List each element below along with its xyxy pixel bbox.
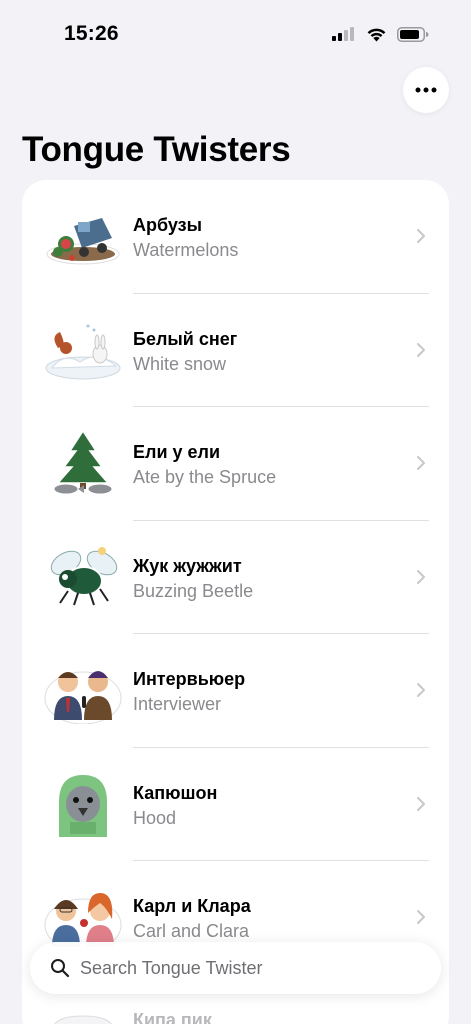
- list-item-title: Интервьюер: [133, 669, 246, 689]
- chevron-right-icon: [417, 683, 425, 697]
- list-item-text: Арбузы Watermelons: [133, 214, 238, 263]
- wifi-icon: [367, 28, 386, 42]
- chevron-right-icon: [417, 796, 425, 811]
- status-bar: 15:26: [0, 0, 471, 70]
- page-title: Tongue Twisters: [22, 130, 291, 169]
- list-item-subtitle: Buzzing Beetle: [133, 580, 254, 601]
- list-item-title: Белый снег: [133, 328, 238, 349]
- tongue-twister-list: Арбузы Watermelons Белый снег White snow: [22, 180, 449, 1024]
- list-item-text: Белый снег White snow: [133, 328, 237, 377]
- list-item-title: Арбузы: [133, 215, 202, 235]
- list-item-buzzing-beetle[interactable]: Жук жужжит Buzzing Beetle: [22, 521, 449, 634]
- list-item-text: Капюшон Hood: [133, 782, 217, 831]
- list-item-title: Ели у ели: [133, 442, 221, 462]
- list-item-title: Карл и Клара: [133, 896, 251, 916]
- beetle-illustration: [50, 546, 118, 605]
- more-options-button[interactable]: [403, 67, 449, 113]
- list-item-text: Ели у ели Ate by the Spruce: [133, 441, 276, 490]
- search-input[interactable]: [80, 942, 420, 994]
- watermelon-truck-illustration: [46, 218, 120, 265]
- list-item-hood[interactable]: Капюшон Hood: [22, 748, 449, 861]
- list-item-text: Жук жужжит Buzzing Beetle: [133, 555, 253, 604]
- chevron-right-icon: [417, 910, 425, 924]
- list-item-subtitle: Ate by the Spruce: [133, 467, 277, 487]
- list-item-subtitle: Carl and Clara: [133, 921, 250, 941]
- status-icons: [332, 26, 429, 42]
- list-item-subtitle: White snow: [133, 353, 227, 374]
- hooded-bird-illustration: [57, 772, 109, 838]
- list-item-title-peek[interactable]: Кипа пик: [133, 1010, 212, 1024]
- list-item-watermelons[interactable]: Арбузы Watermelons: [22, 180, 449, 294]
- list-item-white-snow[interactable]: Белый снег White snow: [22, 294, 449, 407]
- search-bar[interactable]: [30, 942, 441, 994]
- battery-icon: [397, 26, 429, 42]
- chevron-right-icon: [417, 229, 425, 243]
- chevron-right-icon: [417, 342, 425, 357]
- list-item-interviewer[interactable]: Интервьюер Interviewer: [22, 634, 449, 748]
- search-icon: [51, 959, 70, 978]
- list-item-text: Интервьюер Interviewer: [133, 668, 245, 717]
- spruce-fish-illustration: [53, 431, 113, 495]
- list-item-subtitle: Interviewer: [133, 694, 222, 714]
- list-item-text: Карл и Клара Carl and Clara: [133, 895, 251, 944]
- squirrel-hare-snow-illustration: [45, 324, 121, 379]
- cellular-signal-icon: [332, 27, 354, 41]
- interviewers-illustration: [44, 671, 122, 724]
- list-item-title: Жук жужжит: [133, 555, 242, 576]
- list-item-subtitle: Watermelons: [133, 240, 239, 260]
- list-item-subtitle: Hood: [133, 807, 177, 828]
- status-time: 15:26: [64, 22, 119, 45]
- chevron-right-icon: [417, 456, 425, 470]
- chevron-right-icon: [417, 569, 425, 584]
- list-item-title: Капюшон: [133, 782, 218, 803]
- list-item-ate-by-the-spruce[interactable]: Ели у ели Ate by the Spruce: [22, 407, 449, 521]
- ellipsis-icon: [415, 87, 437, 93]
- pile-of-pikes-illustration: [54, 1015, 112, 1024]
